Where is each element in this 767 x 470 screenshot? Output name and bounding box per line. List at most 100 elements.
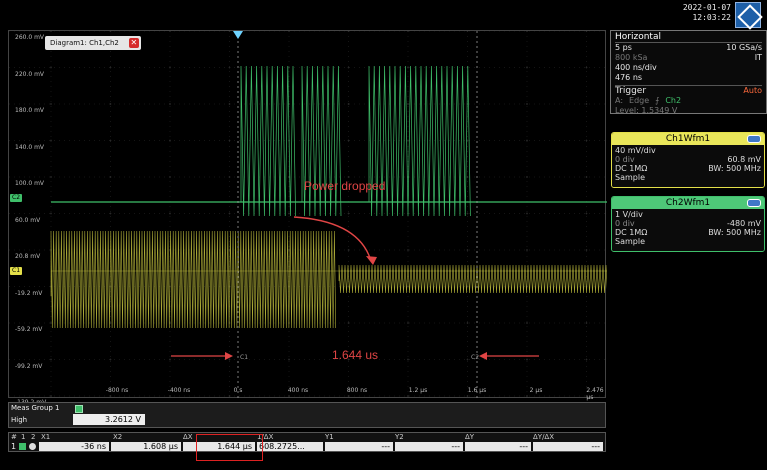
meas-group-title: Meas Group 1 xyxy=(11,404,60,412)
y-tick-label: 20.8 mV xyxy=(15,253,41,260)
cell-y1[interactable]: --- xyxy=(325,442,393,451)
x-tick-label: 400 ns xyxy=(287,387,309,394)
ch2-waveform-panel[interactable]: Ch2Wfm1 1 V/div 0 div -480 mV DC 1MΩ BW: 5… xyxy=(611,196,765,252)
top-bar: 2022-01-07 12:03:22 xyxy=(0,0,767,30)
diagram-tab-label: Diagram1: Ch1,Ch2 xyxy=(50,39,119,47)
col-header-2: 2 xyxy=(31,433,36,441)
annotation-arrow-left-head xyxy=(225,352,233,360)
close-icon[interactable]: ✕ xyxy=(128,38,139,48)
brand-logo-icon[interactable] xyxy=(735,2,761,28)
diagram-tab[interactable]: Diagram1: Ch1,Ch2 ✕ xyxy=(45,36,141,50)
ch1-acq: Sample xyxy=(615,173,645,182)
y-tick-label: 260.0 mV xyxy=(15,34,45,41)
cell-y2[interactable]: --- xyxy=(395,442,463,451)
ch1-menu-button[interactable] xyxy=(747,135,761,143)
cursor-table[interactable]: # 1 2 X1 X2 ΔX 1/ΔX Y1 Y2 ΔY ΔY/ΔX 1 -36… xyxy=(8,432,606,460)
ch2-offset-div: 0 div xyxy=(615,219,635,228)
ch1-scale: 40 mV/div xyxy=(615,146,656,155)
x-tick-label: 800 ns xyxy=(346,387,368,394)
trigger-type: Edge xyxy=(629,96,650,105)
waveform-canvas: C1 C2 xyxy=(9,31,607,399)
right-panel: Horizontal 5 ps 10 GSa/s 800 kSa IT 400 … xyxy=(610,30,767,470)
ch2-title: Ch2Wfm1 xyxy=(665,198,711,208)
ch1-offset: 60.8 mV xyxy=(727,155,761,164)
x-tick-label: 1.2 µs xyxy=(408,387,428,394)
trigger-source-prefix: A: xyxy=(615,96,624,105)
ch1-waveform-high-activity xyxy=(50,230,336,329)
ch2-offset: -480 mV xyxy=(727,219,761,228)
ch2-marker[interactable]: C2 xyxy=(10,194,23,202)
horizontal-panel[interactable]: Horizontal 5 ps 10 GSa/s 800 kSa IT 400 … xyxy=(610,30,767,115)
ch2-bandwidth: BW: 500 MHz xyxy=(708,228,761,237)
acq-time: 476 ns xyxy=(615,73,643,82)
meas-group-indicator[interactable] xyxy=(75,405,83,413)
cell-x2[interactable]: 1.608 µs xyxy=(111,442,181,451)
col-header-dydx: ΔY/ΔX xyxy=(533,433,555,441)
col-header-y1: Y1 xyxy=(325,433,334,441)
ch2-coupling: DC 1MΩ xyxy=(615,228,648,237)
y-tick-label: 60.0 mV xyxy=(15,216,41,224)
cell-dydx[interactable]: --- xyxy=(533,442,603,451)
y-tick-label: 100.0 mV xyxy=(15,180,45,187)
ch2-menu-button[interactable] xyxy=(747,199,761,207)
y-tick-label: -59.2 mV xyxy=(15,326,43,333)
x-tick-label: -800 ns xyxy=(105,387,129,394)
ch1-waveform-low-activity xyxy=(338,264,607,294)
ch2-acq: Sample xyxy=(615,237,645,246)
acq-mode: IT xyxy=(754,53,762,62)
ch1-waveform-panel[interactable]: Ch1Wfm1 40 mV/div 0 div 60.8 mV DC 1MΩ BW:… xyxy=(611,132,765,188)
y-tick-label: 220.0 mV xyxy=(15,70,45,78)
y-tick-label: 180.0 mV xyxy=(15,107,45,114)
ch1-offset-div: 0 div xyxy=(615,155,635,164)
x-tick-label: 1.6 µs xyxy=(467,387,487,394)
x-tick-label: 0 s xyxy=(233,387,243,394)
y-tick-label: 140.0 mV xyxy=(15,143,45,151)
x-tick-label: -400 ns xyxy=(167,387,191,394)
col-header-index: # xyxy=(11,433,17,441)
col-header-dy: ΔY xyxy=(465,433,475,441)
annotation-duration: 1.644 us xyxy=(332,348,379,362)
y-tick-label: -99.2 mV xyxy=(15,362,43,370)
col-header-y2: Y2 xyxy=(395,433,404,441)
timebase: 400 ns/div xyxy=(615,63,657,72)
annotation-curved-arrow-head xyxy=(366,256,377,265)
col-header-dx: ΔX xyxy=(183,433,193,441)
ch1-coupling: DC 1MΩ xyxy=(615,164,648,173)
meas-label: High xyxy=(11,416,28,424)
cell-inv-dx[interactable]: 608.2725... kHz xyxy=(257,442,323,460)
row-number: 1 xyxy=(11,442,17,451)
cursor-label-2: C2 xyxy=(471,354,479,361)
measurement-group[interactable]: Meas Group 1 High 3.2612 V xyxy=(8,402,606,428)
ch1-title: Ch1Wfm1 xyxy=(665,134,711,144)
cell-dy[interactable]: --- xyxy=(465,442,531,451)
trigger-level: Level: 1.5349 V xyxy=(615,106,678,115)
x-tick-label: 2.476 µs xyxy=(586,387,604,401)
trigger-mode[interactable]: Auto xyxy=(743,86,762,96)
col-header-x1: X1 xyxy=(41,433,51,441)
ch1-bandwidth: BW: 500 MHz xyxy=(708,164,761,173)
trigger-marker-icon xyxy=(233,31,243,39)
annotation-power-dropped: Power dropped xyxy=(304,179,386,193)
highlight-box-dx xyxy=(196,434,263,461)
clock: 2022-01-07 12:03:22 xyxy=(683,3,731,23)
x-tick-label: 2 µs xyxy=(529,387,543,394)
edge-rising-icon: ⨍ xyxy=(655,96,660,105)
ch2-waveform-bursts xyxy=(240,65,471,217)
cursor-label-1: C1 xyxy=(240,354,248,361)
annotation-arrow-right-head xyxy=(479,352,487,360)
row-enable-checkbox[interactable] xyxy=(19,443,26,450)
sample-rate: 10 GSa/s xyxy=(726,43,762,52)
record-length: 800 kSa xyxy=(615,53,648,62)
row-source-icon[interactable] xyxy=(29,443,36,450)
col-header-x2: X2 xyxy=(113,433,123,441)
clock-time: 12:03:22 xyxy=(692,13,731,22)
ch1-marker[interactable]: C1 xyxy=(10,267,23,275)
meas-value: 3.2612 V xyxy=(73,414,145,425)
cell-x1[interactable]: -36 ns xyxy=(39,442,109,451)
waveform-diagram[interactable]: C1 C2 Diagram1: Ch1,Ch2 ✕ 260.0 mV 220.0 m… xyxy=(8,30,607,406)
time-resolution: 5 ps xyxy=(615,43,632,52)
y-tick-label: -19.2 mV xyxy=(15,289,43,297)
trigger-title: Trigger xyxy=(615,86,647,96)
clock-date: 2022-01-07 xyxy=(682,3,731,12)
horizontal-title: Horizontal xyxy=(615,32,762,43)
